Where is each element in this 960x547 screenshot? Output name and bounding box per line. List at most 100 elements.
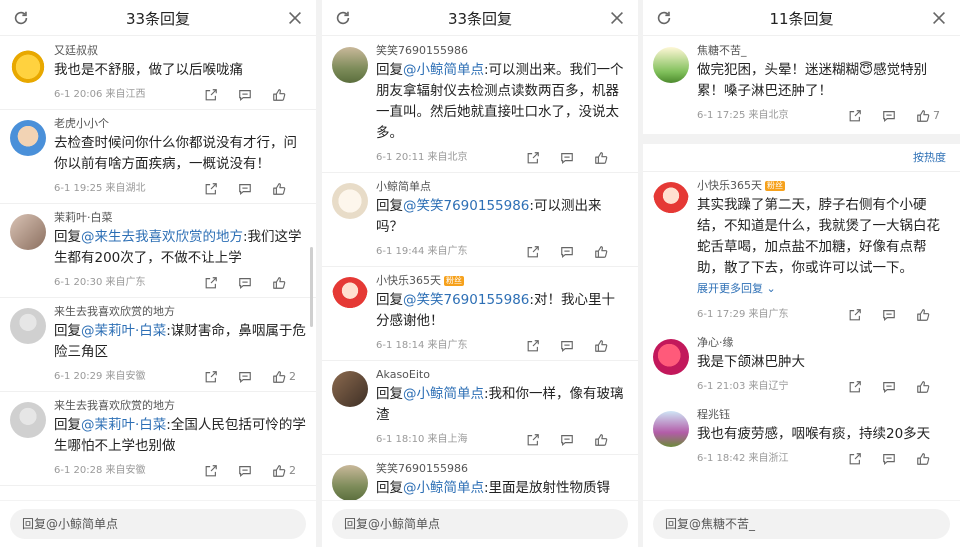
- share-button[interactable]: [848, 102, 882, 130]
- avatar[interactable]: [653, 411, 689, 447]
- reply-list[interactable]: 又廷叔叔 我也是不舒服，做了以后喉咙痛 6-1 20:06 来自江西 老虎小小个 去检查…: [0, 37, 316, 500]
- avatar[interactable]: [10, 214, 46, 250]
- username-text[interactable]: 焦糖不苦_: [697, 44, 747, 57]
- reply-input[interactable]: 回复@焦糖不苦_: [653, 509, 950, 539]
- like-button[interactable]: [594, 144, 628, 172]
- like-button[interactable]: [916, 445, 950, 473]
- username-text[interactable]: 又廷叔叔: [54, 44, 98, 57]
- comment-button[interactable]: [882, 373, 916, 401]
- mention-link[interactable]: @茉莉叶·白菜: [81, 323, 166, 339]
- share-button[interactable]: [526, 238, 560, 266]
- like-button[interactable]: 2: [272, 363, 306, 391]
- close-icon[interactable]: [608, 9, 626, 27]
- username[interactable]: 来生去我喜欢欣赏的地方: [54, 398, 306, 414]
- username[interactable]: 又廷叔叔: [54, 43, 306, 59]
- reply-input[interactable]: 回复@小鲸简单点: [332, 509, 628, 539]
- like-button[interactable]: [272, 269, 306, 297]
- sort-toggle[interactable]: 按热度: [643, 144, 960, 172]
- username-text[interactable]: 来生去我喜欢欣赏的地方: [54, 305, 175, 318]
- like-button[interactable]: 2: [272, 457, 306, 485]
- close-icon[interactable]: [930, 9, 948, 27]
- expand-more-replies[interactable]: 展开更多回复 ⌄: [697, 279, 950, 301]
- avatar[interactable]: [332, 371, 368, 407]
- avatar[interactable]: [653, 47, 689, 83]
- mention-link[interactable]: @笑笑7690155986: [403, 292, 529, 308]
- username[interactable]: 小鲸简单点: [376, 179, 628, 195]
- sort-label[interactable]: 按热度: [913, 151, 946, 164]
- avatar[interactable]: [332, 465, 368, 500]
- mention-link[interactable]: @小鲸简单点: [403, 62, 484, 78]
- username-text[interactable]: 小快乐365天: [376, 274, 441, 287]
- username-text[interactable]: 程兆钰: [697, 408, 730, 421]
- username[interactable]: 小快乐365天 粉丝: [376, 273, 628, 289]
- username[interactable]: 来生去我喜欢欣赏的地方: [54, 304, 306, 320]
- username-text[interactable]: 茉莉叶·白菜: [54, 211, 113, 224]
- username-text[interactable]: 笑笑7690155986: [376, 462, 468, 475]
- like-button[interactable]: 7: [916, 102, 950, 130]
- like-button[interactable]: [916, 301, 950, 329]
- like-button[interactable]: [594, 332, 628, 360]
- share-button[interactable]: [204, 81, 238, 109]
- share-button[interactable]: [848, 373, 882, 401]
- username[interactable]: 老虎小小个: [54, 116, 306, 132]
- comment-button[interactable]: [238, 457, 272, 485]
- avatar[interactable]: [332, 183, 368, 219]
- comment-button[interactable]: [560, 426, 594, 454]
- like-button[interactable]: [916, 373, 950, 401]
- username-text[interactable]: 来生去我喜欢欣赏的地方: [54, 399, 175, 412]
- share-button[interactable]: [848, 301, 882, 329]
- avatar[interactable]: [10, 47, 46, 83]
- comment-button[interactable]: [882, 301, 916, 329]
- share-button[interactable]: [204, 363, 238, 391]
- comment-button[interactable]: [882, 102, 916, 130]
- username-text[interactable]: 老虎小小个: [54, 117, 109, 130]
- username[interactable]: 程兆钰: [697, 407, 950, 423]
- mention-link[interactable]: @小鲸简单点: [403, 386, 484, 402]
- mention-link[interactable]: @笑笑7690155986: [403, 198, 529, 214]
- username-text[interactable]: AkasoEito: [376, 368, 430, 381]
- avatar[interactable]: [10, 308, 46, 344]
- reply-input[interactable]: 回复@小鲸简单点: [10, 509, 306, 539]
- username-text[interactable]: 小鲸简单点: [376, 180, 431, 193]
- avatar[interactable]: [10, 402, 46, 438]
- comment-button[interactable]: [882, 445, 916, 473]
- comment-button[interactable]: [238, 269, 272, 297]
- share-button[interactable]: [848, 445, 882, 473]
- comment-button[interactable]: [560, 238, 594, 266]
- scrollbar[interactable]: [310, 247, 313, 327]
- username-text[interactable]: 小快乐365天: [697, 179, 762, 192]
- username-text[interactable]: 笑笑7690155986: [376, 44, 468, 57]
- like-button[interactable]: [594, 238, 628, 266]
- like-button[interactable]: [272, 175, 306, 203]
- close-icon[interactable]: [286, 9, 304, 27]
- avatar[interactable]: [653, 182, 689, 218]
- username[interactable]: 笑笑7690155986: [376, 461, 628, 477]
- mention-link[interactable]: @茉莉叶·白菜: [81, 417, 166, 433]
- share-button[interactable]: [204, 457, 238, 485]
- avatar[interactable]: [332, 277, 368, 313]
- mention-link[interactable]: @来生去我喜欢欣赏的地方: [81, 229, 243, 245]
- mention-link[interactable]: @小鲸简单点: [403, 480, 484, 496]
- avatar[interactable]: [10, 120, 46, 156]
- share-button[interactable]: [526, 144, 560, 172]
- like-button[interactable]: [594, 426, 628, 454]
- comment-button[interactable]: [238, 81, 272, 109]
- comment-button[interactable]: [560, 332, 594, 360]
- username[interactable]: 茉莉叶·白菜: [54, 210, 306, 226]
- avatar[interactable]: [653, 339, 689, 375]
- reply-list[interactable]: 笑笑7690155986 回复@小鲸简单点:可以测出来。我们一个朋友拿辐射仪去检测…: [322, 37, 638, 500]
- like-button[interactable]: [272, 81, 306, 109]
- username[interactable]: 笑笑7690155986: [376, 43, 628, 59]
- share-button[interactable]: [526, 332, 560, 360]
- share-button[interactable]: [526, 426, 560, 454]
- username[interactable]: AkasoEito: [376, 367, 628, 383]
- username[interactable]: 小快乐365天 粉丝: [697, 178, 950, 194]
- username-text[interactable]: 净心·缘: [697, 336, 734, 349]
- reply-list[interactable]: 焦糖不苦_ 做完犯困，头晕！迷迷糊糊😇感觉特别累！嗓子淋巴还肿了！ 6-1 17:2…: [643, 37, 960, 500]
- comment-button[interactable]: [238, 363, 272, 391]
- username[interactable]: 焦糖不苦_: [697, 43, 950, 59]
- comment-button[interactable]: [238, 175, 272, 203]
- username[interactable]: 净心·缘: [697, 335, 950, 351]
- comment-button[interactable]: [560, 144, 594, 172]
- avatar[interactable]: [332, 47, 368, 83]
